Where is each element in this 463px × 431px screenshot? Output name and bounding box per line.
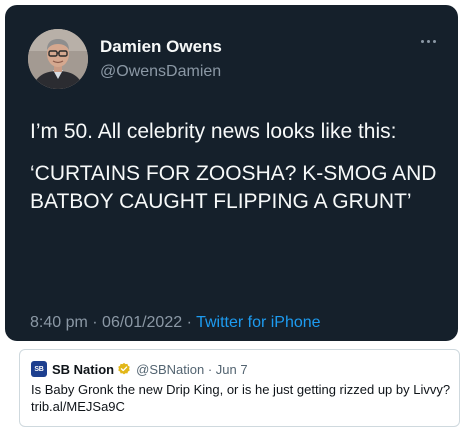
meta-separator: · xyxy=(186,314,192,331)
tweet-metadata: 8:40 pm · 06/01/2022 · Twitter for iPhon… xyxy=(30,313,321,332)
avatar-photo xyxy=(28,29,88,89)
more-dot xyxy=(421,40,424,43)
tweet-time[interactable]: 8:40 pm xyxy=(30,314,88,331)
embedded-tweet-body: Is Baby Gronk the new Drip King, or is h… xyxy=(31,381,459,415)
more-dot xyxy=(427,40,430,43)
embedded-text-line: Is Baby Gronk the new Drip King, or is h… xyxy=(31,382,451,397)
tweet-source-link[interactable]: Twitter for iPhone xyxy=(196,314,321,331)
user-handle[interactable]: @OwensDamien xyxy=(100,62,222,81)
meta-separator: · xyxy=(92,314,98,331)
embedded-tweet-header: SB SB Nation @SBNation · Jun 7 xyxy=(31,360,248,378)
embedded-display-name[interactable]: SB Nation xyxy=(52,362,114,377)
sb-logo-text: SB xyxy=(34,365,44,373)
embedded-link[interactable]: trib.al/MEJSa9C xyxy=(31,398,459,415)
tweet-date[interactable]: 06/01/2022 xyxy=(102,314,182,331)
tweet-body: I’m 50. All celebrity news looks like th… xyxy=(30,118,440,216)
embedded-tweet-card[interactable]: SB SB Nation @SBNation · Jun 7 Is Baby G… xyxy=(19,349,460,427)
tweet-text-line: I’m 50. All celebrity news looks like th… xyxy=(30,120,397,143)
embedded-handle-date[interactable]: @SBNation · Jun 7 xyxy=(136,362,247,377)
avatar[interactable] xyxy=(28,29,88,89)
more-horizontal-icon[interactable] xyxy=(420,39,438,45)
display-name[interactable]: Damien Owens xyxy=(100,37,222,57)
tweet-quote-text: ‘CURTAINS FOR ZOOSHA? K-SMOG AND BATBOY … xyxy=(30,162,437,213)
author-block: Damien Owens @OwensDamien xyxy=(100,37,222,81)
tweet-card[interactable]: Damien Owens @OwensDamien I’m 50. All ce… xyxy=(5,5,458,341)
sb-nation-logo[interactable]: SB xyxy=(31,361,47,377)
screenshot-canvas: Damien Owens @OwensDamien I’m 50. All ce… xyxy=(0,0,463,431)
more-dot xyxy=(433,40,436,43)
verified-badge-icon xyxy=(118,362,130,375)
